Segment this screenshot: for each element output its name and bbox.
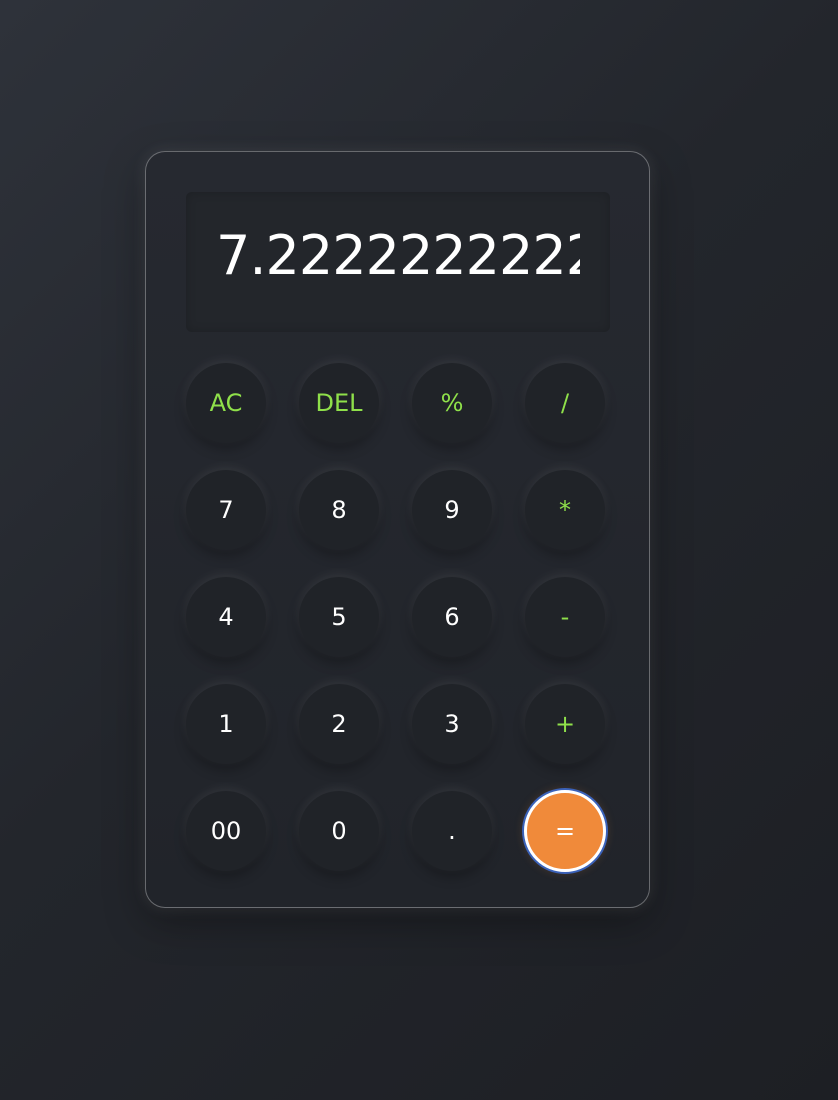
decimal-button[interactable]: . xyxy=(412,791,492,871)
percent-button[interactable]: % xyxy=(412,363,492,443)
digit-3-button[interactable]: 3 xyxy=(412,684,492,764)
calculator-panel: 7.2222222222222 AC DEL % / 7 8 9 * 4 5 6… xyxy=(145,151,650,908)
keypad: AC DEL % / 7 8 9 * 4 5 6 - 1 2 3 + 00 0 … xyxy=(186,363,606,872)
digit-4-button[interactable]: 4 xyxy=(186,577,266,657)
add-button[interactable]: + xyxy=(525,684,605,764)
digit-6-button[interactable]: 6 xyxy=(412,577,492,657)
digit-1-button[interactable]: 1 xyxy=(186,684,266,764)
digit-7-button[interactable]: 7 xyxy=(186,470,266,550)
multiply-button[interactable]: * xyxy=(525,470,605,550)
clear-button[interactable]: AC xyxy=(186,363,266,443)
digit-9-button[interactable]: 9 xyxy=(412,470,492,550)
divide-button[interactable]: / xyxy=(525,363,605,443)
display-value: 7.2222222222222 xyxy=(216,229,580,283)
subtract-button[interactable]: - xyxy=(525,577,605,657)
calculator-display: 7.2222222222222 xyxy=(186,192,610,332)
delete-button[interactable]: DEL xyxy=(299,363,379,443)
digit-2-button[interactable]: 2 xyxy=(299,684,379,764)
equals-button[interactable]: = xyxy=(524,790,606,872)
digit-5-button[interactable]: 5 xyxy=(299,577,379,657)
digit-8-button[interactable]: 8 xyxy=(299,470,379,550)
digit-0-button[interactable]: 0 xyxy=(299,791,379,871)
double-zero-button[interactable]: 00 xyxy=(186,791,266,871)
